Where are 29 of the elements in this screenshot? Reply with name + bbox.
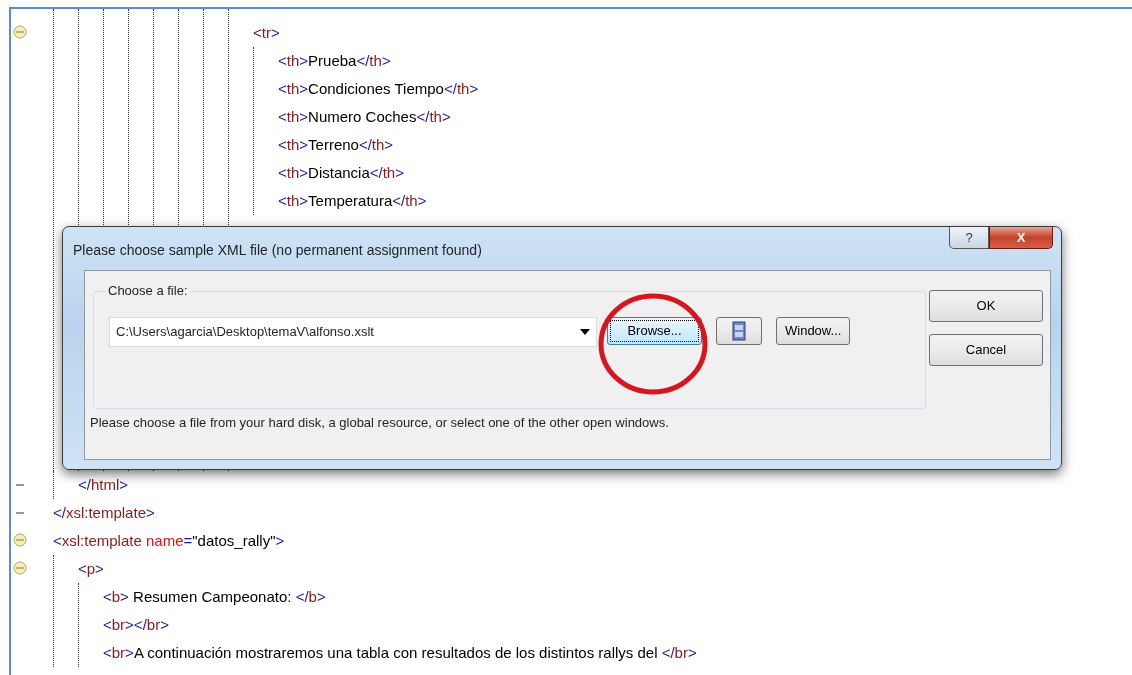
file-action-button[interactable]: Window...: [776, 317, 851, 345]
fold-collapse-icon[interactable]: [13, 25, 27, 39]
code-line: <th>Temperatura</th>: [278, 191, 428, 211]
code-line: <th>Condiciones Tiempo</th>: [278, 79, 479, 99]
code-line: <br>A continuación mostraremos una tabla con resultados de los distintos rallys del </br>: [103, 643, 698, 663]
help-button[interactable]: ?: [949, 227, 989, 249]
code-line: <br></br>: [103, 615, 170, 635]
file-cabinet-icon: [732, 321, 746, 342]
code-line: <xsl:template name="datos_rally">: [53, 527, 1132, 555]
code-line: <th>Terreno</th>: [278, 135, 395, 155]
fold-collapse-icon[interactable]: [13, 533, 27, 547]
code-line: </html>: [78, 471, 1132, 499]
dropdown-arrow-icon[interactable]: [580, 329, 590, 335]
dialog-title: Please choose sample XML file (no permanent assignment found): [73, 241, 482, 260]
code-line: <p>: [78, 555, 1132, 583]
code-line: <th>Distancia</th>: [278, 163, 405, 183]
file-action-button[interactable]: Browse...: [607, 317, 702, 345]
cancel-button[interactable]: Cancel: [929, 334, 1043, 366]
code-line: <th>Prueba</th>: [278, 51, 392, 71]
file-combo-box[interactable]: C:\Users\agarcia\Desktop\temaV\alfonso.xslt: [109, 317, 597, 347]
code-line: <tr>: [253, 19, 479, 47]
ok-button[interactable]: OK: [929, 290, 1043, 322]
code-line: </xsl:template>: [53, 499, 1132, 527]
close-button[interactable]: X: [989, 227, 1053, 249]
file-cabinet-button[interactable]: [716, 317, 762, 345]
hint-text: Please choose a file from your hard disk, a global resource, or select one of the other open windows.: [90, 414, 669, 432]
code-line: <b> Resumen Campeonato: </b>: [103, 587, 327, 607]
code-line: <th>Numero Coches</th>: [278, 107, 452, 127]
fold-collapse-icon[interactable]: [13, 561, 27, 575]
